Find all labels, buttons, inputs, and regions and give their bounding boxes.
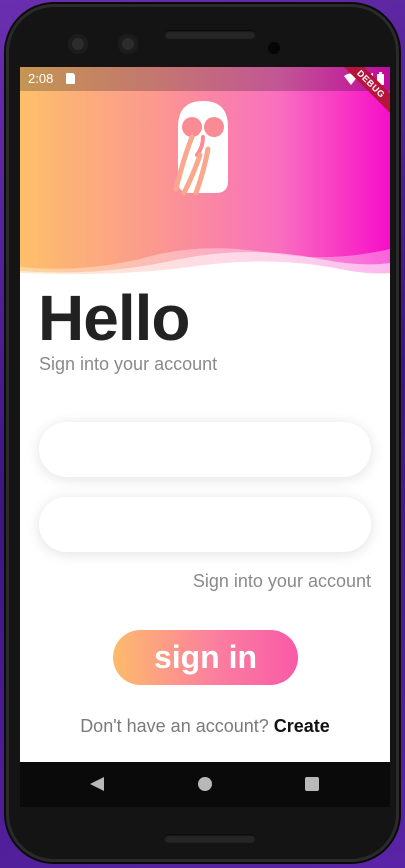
create-account-row: Don't have an account? Create	[20, 716, 390, 737]
recents-icon[interactable]	[305, 777, 319, 791]
create-account-prompt: Don't have an account?	[80, 716, 269, 736]
header-banner: 2:08 DEBUG	[20, 67, 390, 277]
password-field[interactable]	[39, 497, 371, 552]
proximity-sensor	[268, 42, 280, 54]
bottom-speaker	[164, 834, 256, 843]
back-icon[interactable]	[90, 777, 104, 791]
owl-icon	[173, 101, 228, 196]
front-camera-icon	[118, 34, 138, 54]
status-bar: 2:08	[20, 67, 390, 91]
front-camera-icon	[68, 34, 88, 54]
header-wave	[20, 248, 390, 277]
home-icon[interactable]	[198, 777, 212, 791]
secondary-link[interactable]: Sign into your account	[193, 571, 371, 592]
sd-card-icon	[66, 73, 75, 84]
username-field[interactable]	[39, 422, 371, 477]
sign-in-button[interactable]: sign in	[113, 630, 298, 685]
page-subtitle: Sign into your account	[39, 354, 218, 374]
android-nav-bar	[20, 762, 390, 807]
app-screen: 2:08 DEBUG Hello Sign into your account	[20, 67, 390, 807]
earpiece-speaker	[164, 30, 256, 39]
status-time: 2:08	[28, 71, 54, 86]
page-title: Hello	[38, 282, 190, 354]
create-account-link[interactable]: Create	[274, 716, 330, 736]
